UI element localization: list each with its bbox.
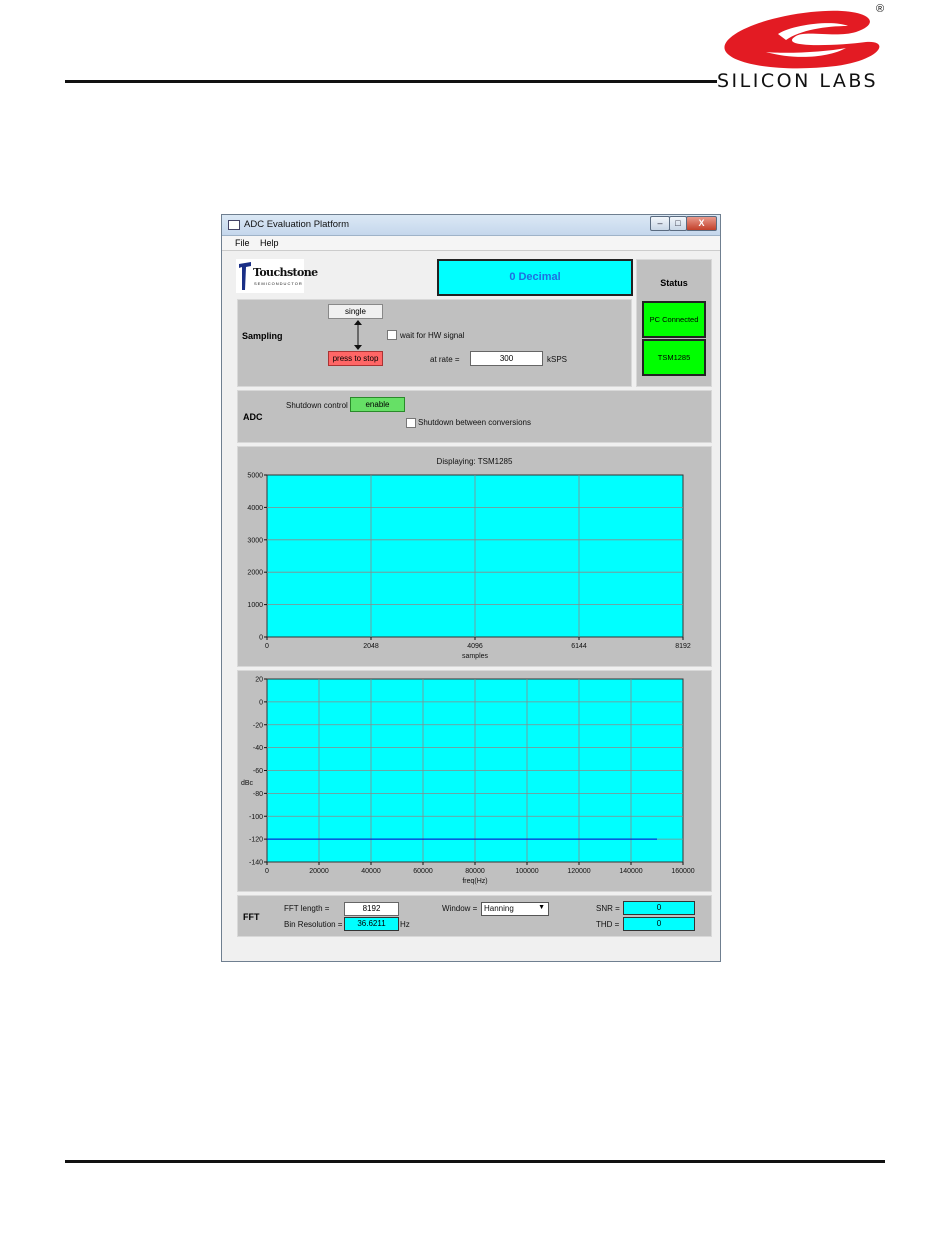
fft-info-panel: FFT FFT length = 8192 Bin Resolution = 3… [237,895,712,937]
window-select[interactable]: Hanning ▼ [481,902,549,916]
x-tick-label: 120000 [567,868,590,875]
enable-button[interactable]: enable [350,397,405,412]
menu-file[interactable]: File [235,238,250,248]
press-to-stop-button[interactable]: press to stop [328,351,383,366]
wait-hw-checkbox[interactable] [387,330,397,340]
x-tick-label: 0 [265,868,269,875]
single-button[interactable]: single [328,304,383,319]
x-tick-label: 160000 [671,868,694,875]
x-tick-label: 6144 [571,643,587,650]
x-tick-label: 0 [265,643,269,650]
shutdown-between-checkbox[interactable] [406,418,416,428]
y-tick-label: -100 [249,814,263,821]
maximize-button[interactable]: □ [669,216,687,231]
shutdown-between-label: Shutdown between conversions [418,418,531,427]
y-tick-label: -20 [253,722,263,729]
status-device: TSM1285 [642,339,706,376]
rate-label: at rate = [430,355,460,364]
status-title: Status [660,278,688,288]
status-connection: PC Connected [642,301,706,338]
silicon-labs-logo-icon [724,10,880,69]
snr-value: 0 [623,901,695,915]
x-tick-label: 100000 [515,868,538,875]
y-tick-label: -120 [249,837,263,844]
bin-resolution-unit: Hz [400,920,410,929]
thd-label: THD = [596,920,620,929]
time-domain-chart: 0 2048 4096 6144 8192 5000 4000 3000 2000 1000 0 sa… [247,473,691,661]
menu-help[interactable]: Help [260,238,279,248]
fft-length-label: FFT length = [284,904,330,913]
y-tick-label: 0 [259,635,263,642]
fft-title: FFT [243,912,260,922]
x-tick-label: 4096 [467,643,483,650]
y-tick-label: 1000 [247,602,263,609]
mode-toggle-arrow-icon[interactable] [354,320,362,350]
bin-resolution-value: 36.6211 [344,917,399,931]
shutdown-control-label: Shutdown control [286,401,348,410]
y-axis-label: dBc [241,780,254,787]
touchstone-logo: Touchstone SEMICONDUCTOR [236,259,318,293]
rate-unit: kSPS [547,355,568,364]
x-tick-label: 80000 [465,868,485,875]
y-tick-label: -40 [253,745,263,752]
touchstone-logo-icon [239,262,251,290]
thd-value: 0 [623,917,695,931]
fft-length-input[interactable]: 8192 [344,902,399,916]
time-chart-panel: Displaying: TSM1285 0 2048 4096 6144 8192 500… [237,446,712,667]
y-tick-label: -60 [253,768,263,775]
y-tick-label: 5000 [247,473,263,480]
y-tick-label: 20 [255,677,263,684]
header-rule [65,80,717,83]
y-tick-label: 2000 [247,570,263,577]
sampling-panel: Sampling single wait for HW signal press… [237,299,632,387]
menu-bar: File Help [222,236,720,251]
window-label: Window = [442,904,478,913]
window-title: ADC Evaluation Platform [244,219,350,230]
touchstone-logo-sub: SEMICONDUCTOR [254,281,303,286]
x-axis-label: samples [462,653,489,660]
y-tick-label: -140 [249,860,263,867]
x-axis-label: freq(Hz) [462,878,487,885]
x-tick-label: 8192 [675,643,691,650]
touchstone-logo-text: Touchstone [253,266,318,279]
y-tick-label: 3000 [247,537,263,544]
status-panel: Status PC Connected TSM1285 [636,259,712,387]
x-tick-label: 20000 [309,868,329,875]
app-window: ADC Evaluation Platform – □ X File Help … [221,214,721,962]
rate-input[interactable]: 300 [470,351,543,366]
x-tick-label: 2048 [363,643,379,650]
y-tick-label: 4000 [247,505,263,512]
bin-resolution-label: Bin Resolution = [284,920,343,929]
adc-panel: ADC Shutdown control enable Shutdown bet… [237,390,712,443]
adc-title: ADC [243,412,263,422]
minimize-button[interactable]: – [650,216,670,231]
x-tick-label: 140000 [619,868,642,875]
sampling-title: Sampling [242,331,283,341]
fft-chart-panel: 0 20000 40000 60000 80000 100000 120000 140000 1… [237,670,712,892]
fft-chart: 0 20000 40000 60000 80000 100000 120000 140000 1… [241,677,695,886]
title-bar[interactable]: ADC Evaluation Platform – □ X [222,215,720,236]
x-tick-label: 40000 [361,868,381,875]
x-tick-label: 60000 [413,868,433,875]
snr-label: SNR = [596,904,620,913]
y-tick-label: -80 [253,791,263,798]
brand-logo-text: SILICON LABS [717,70,879,92]
footer-rule [65,1160,885,1163]
window-select-value: Hanning [484,904,514,913]
wait-hw-label: wait for HW signal [400,331,465,340]
y-tick-label: 0 [259,699,263,706]
close-button[interactable]: X [686,216,717,231]
app-window-icon [228,220,240,230]
chevron-down-icon: ▼ [538,904,545,911]
registered-mark: ® [876,3,885,15]
decimal-display: 0 Decimal [437,259,633,296]
